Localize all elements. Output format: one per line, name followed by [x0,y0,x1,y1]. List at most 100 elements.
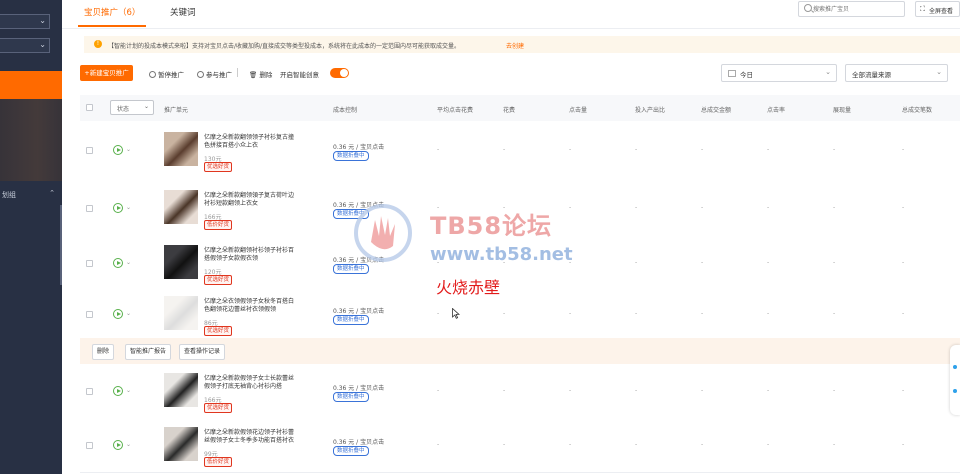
row-checkbox[interactable] [86,205,93,212]
play-status-icon[interactable] [113,258,123,268]
data-fold-button[interactable]: 数据折叠中 [333,315,369,325]
sidebar-active-item[interactable] [0,71,62,99]
metric-cell: - [569,441,572,448]
search-input[interactable] [813,4,898,14]
table-row[interactable]: ⌄ 亿摩之朵新款翻领領子复古荷叶边衬衫短款翻领上衣女 166元 低价好货 0.36 元 … [80,179,960,237]
metric-cell: - [503,146,506,153]
table-row[interactable]: ⌄ 亿摩之朵新款翻领领子衬衫复古撞色拼接百搭小众上衣 130元 优选好货 0.36 元 … [80,121,960,180]
sidebar-select-1[interactable]: ⌄ [0,14,50,29]
metric-cell: - [902,204,905,211]
pause-button[interactable]: 暂停推广 [149,69,184,79]
metric-cell: - [902,387,905,394]
fullscreen-button[interactable]: ⛶ 全屏查看 [915,1,960,17]
metric-cell: - [767,204,770,211]
chevron-down-icon[interactable]: ⌄ [126,310,131,317]
product-thumbnail[interactable] [164,427,198,461]
product-thumbnail[interactable] [164,245,198,279]
calendar-icon [728,70,736,77]
row-checkbox[interactable] [86,260,93,267]
col-roi[interactable]: 投入产出比 [635,105,665,114]
metric-cell: - [701,387,704,394]
chevron-up-icon: ⌃ [49,189,55,197]
col-ctr[interactable]: 点击率 [767,105,785,114]
tab-bar: 宝贝推广（6） 关键词 ⛶ 全屏查看 [62,0,960,29]
table-row[interactable]: ⌄ 亿摩之朵新款假领子女士长款蕾丝假领子打底无袖背心衬衫内搭 166元 优选好货 0.3… [80,364,960,418]
product-thumbnail[interactable] [164,132,198,166]
metric-cell: - [503,310,506,317]
date-select[interactable]: 今日 ⌄ [721,64,837,82]
operation-log-button[interactable]: 查看操作记录 [179,344,226,360]
notice-link[interactable]: 去创建 [506,41,524,50]
row-checkbox[interactable] [86,442,93,449]
chevron-down-icon[interactable]: ⌄ [126,441,131,448]
metric-cell: - [503,441,506,448]
chevron-down-icon[interactable]: ⌄ [126,146,131,153]
floating-side-widget[interactable] [950,345,960,415]
new-promotion-button[interactable]: +新建宝贝推广 [80,65,133,81]
table-row[interactable]: ⌄ 亿摩之朵衣领假领子女秋冬百搭白色翻领花边蕾丝衬衣领假领 86元 优选好货 0.36 … [80,289,960,339]
chevron-down-icon: ⌄ [39,16,46,25]
product-title[interactable]: 亿摩之朵新款翻领衬衫领子衬衫百搭假领子女款假衣领 [204,247,296,263]
bid-text: 0.36 元 / 宝贝点击 [333,439,385,446]
product-tag-badge: 优选好货 [204,403,233,413]
tab-item-promotion[interactable]: 宝贝推广（6） [77,6,147,27]
product-title[interactable]: 亿摩之朵新款假领子女士长款蕾丝假领子打底无袖背心衬衫内搭 [204,375,296,391]
smart-creative-toggle[interactable] [330,68,349,78]
play-status-icon[interactable] [113,145,123,155]
table-row[interactable]: ⌄ 亿摩之朵新款翻领衬衫领子衬衫百搭假领子女款假衣领 120元 优选好货 0.36 元 … [80,236,960,290]
chevron-down-icon: ⌄ [39,40,46,49]
chevron-down-icon[interactable]: ⌄ [126,387,131,394]
traffic-source-select[interactable]: 全部流量来源 ⌄ [845,64,948,82]
join-button[interactable]: 参与推广 [197,69,232,79]
product-title[interactable]: 亿摩之朵新款翻领領子复古荷叶边衬衫短款翻领上衣女 [204,192,296,208]
smart-report-button[interactable]: 智能推广报告 [125,344,172,360]
warning-icon: ! [94,40,102,48]
chevron-down-icon[interactable]: ⌄ [126,259,131,266]
row-checkbox[interactable] [86,311,93,318]
metric-cell: - [767,259,770,266]
col-total-gmv[interactable]: 总成交金额 [701,105,731,114]
smart-creative-label: 开启智能创意 [280,71,319,79]
data-fold-button[interactable]: 数据折叠中 [333,209,369,219]
col-avg-cpc[interactable]: 平均点击花费 [437,105,473,114]
search-icon [804,4,812,12]
col-spend[interactable]: 花费 [503,105,515,114]
sidebar-group[interactable]: 划组 ⌃ [0,187,58,201]
bulk-delete-button[interactable]: 删除 [92,344,115,360]
data-fold-button[interactable]: 数据折叠中 [333,392,369,402]
select-all-checkbox[interactable] [86,104,93,111]
metric-cell: - [569,310,572,317]
table-row[interactable]: ⌄ 亿摩之朵新款假领花边领子衬衫蕾丝假领子女士冬季多功能百搭衬衣 99元 低价好货 0.… [80,417,960,473]
play-status-icon[interactable] [113,386,123,396]
product-title[interactable]: 亿摩之朵衣领假领子女秋冬百搭白色翻领花边蕾丝衬衣领假领 [204,298,296,314]
col-clicks[interactable]: 点击量 [569,105,587,114]
tab-keywords[interactable]: 关键词 [170,6,196,18]
delete-button[interactable]: 🗑︎ 删除 [249,69,272,79]
notice-text: 【智能计划的投成本模式来啦】支持对宝贝点击/收藏加购/直接成交等类型投成本，系统… [108,43,461,50]
metric-cell: - [902,310,905,317]
product-thumbnail[interactable] [164,373,198,407]
product-thumbnail[interactable] [164,190,198,224]
metric-cell: - [635,387,638,394]
play-status-icon[interactable] [113,309,123,319]
col-total-orders[interactable]: 总成交笔数 [902,105,932,114]
product-thumbnail[interactable] [164,296,198,330]
row-checkbox[interactable] [86,388,93,395]
date-select-value: 今日 [740,71,753,79]
product-title[interactable]: 亿摩之朵新款翻领领子衬衫复古撞色拼接百搭小众上衣 [204,134,296,150]
sidebar-select-2[interactable]: ⌄ [0,38,50,53]
col-impressions[interactable]: 展现量 [833,105,851,114]
status-filter-select[interactable]: 状态 ⌄ [110,100,154,115]
play-status-icon[interactable] [113,203,123,213]
data-fold-button[interactable]: 数据折叠中 [333,446,369,456]
metric-cell: - [635,441,638,448]
play-status-icon[interactable] [113,440,123,450]
chevron-down-icon[interactable]: ⌄ [126,204,131,211]
chevron-down-icon: ⌄ [936,68,942,76]
search-box[interactable] [798,1,905,17]
product-title[interactable]: 亿摩之朵新款假领花边领子衬衫蕾丝假领子女士冬季多功能百搭衬衣 [204,429,296,445]
expand-icon: ⛶ [920,5,925,13]
data-fold-button[interactable]: 数据折叠中 [333,264,369,274]
row-checkbox[interactable] [86,147,93,154]
data-fold-button[interactable]: 数据折叠中 [333,151,369,161]
